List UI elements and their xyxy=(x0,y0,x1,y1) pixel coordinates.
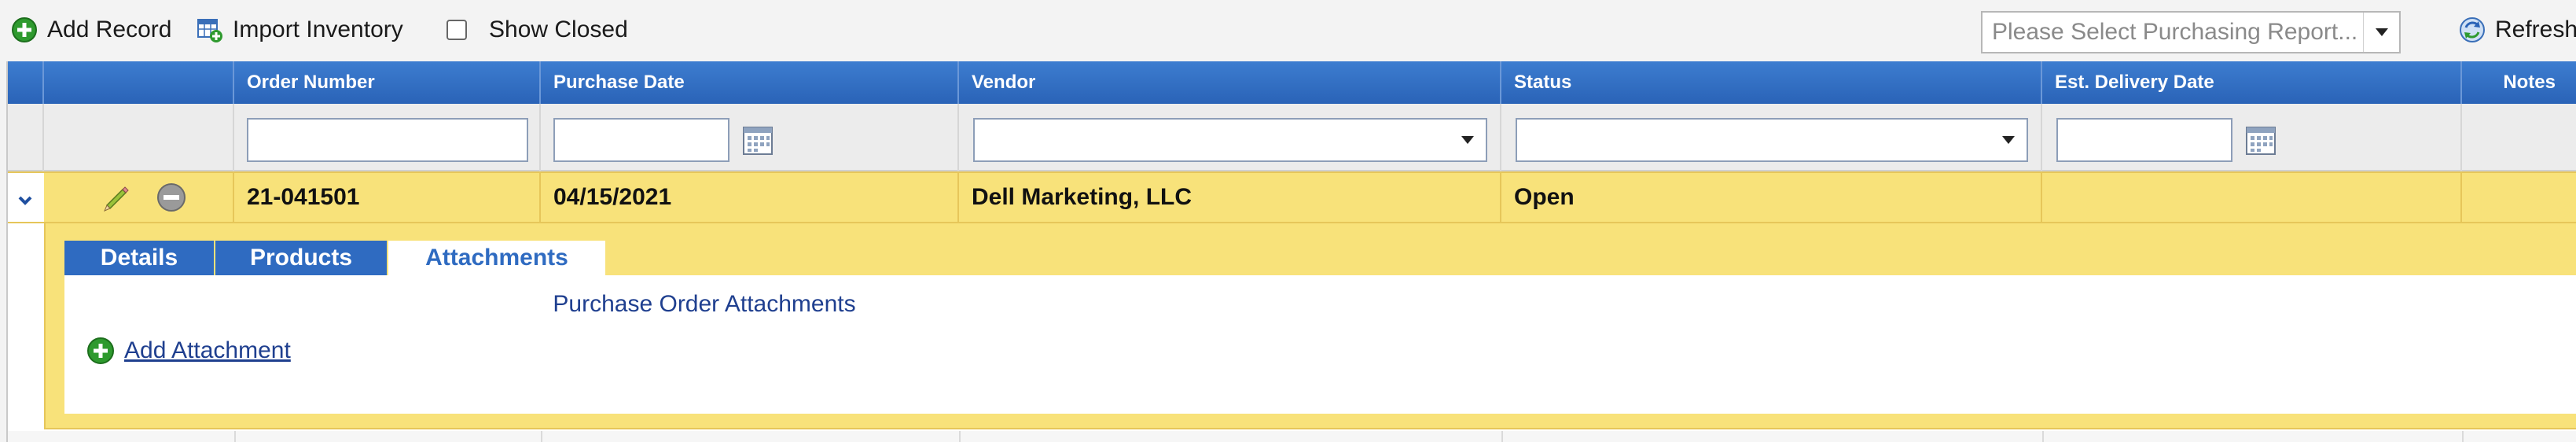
filter-expand-cell xyxy=(8,104,44,171)
pencil-icon[interactable] xyxy=(101,182,132,213)
minus-circle-icon[interactable] xyxy=(156,182,187,213)
import-inventory-button[interactable]: Import Inventory xyxy=(197,13,403,47)
purchase-date-cell: 04/15/2021 xyxy=(541,173,959,222)
header-status[interactable]: Status xyxy=(1501,61,2042,104)
show-closed-checkbox[interactable] xyxy=(446,20,467,40)
column-divider xyxy=(1501,431,1503,442)
grid-header: Order Number Purchase Date Vendor Status… xyxy=(8,61,2576,104)
calendar-icon[interactable] xyxy=(2245,124,2277,156)
header-order-number[interactable]: Order Number xyxy=(234,61,541,104)
chevron-down-icon[interactable] xyxy=(2363,13,2399,52)
show-closed-label: Show Closed xyxy=(489,17,628,42)
plus-circle-icon xyxy=(12,17,37,42)
table-row[interactable]: 21-041501 04/15/2021 Dell Marketing, LLC… xyxy=(8,171,2576,223)
filter-notes-cell xyxy=(2462,104,2576,171)
expand-cell xyxy=(8,173,44,222)
header-expand-col xyxy=(8,61,44,104)
column-divider xyxy=(234,431,236,442)
column-divider xyxy=(541,431,542,442)
header-actions-col xyxy=(44,61,234,104)
vendor-cell: Dell Marketing, LLC xyxy=(959,173,1501,222)
est-delivery-filter-input[interactable] xyxy=(2056,118,2232,162)
add-attachment-label: Add Attachment xyxy=(124,337,291,363)
purchasing-report-placeholder: Please Select Purchasing Report... xyxy=(1992,19,2358,45)
vendor-filter-select[interactable] xyxy=(973,118,1487,162)
tab-attachments[interactable]: Attachments xyxy=(388,241,605,275)
tab-products[interactable]: Products xyxy=(215,241,388,275)
refresh-button[interactable]: Refresh xyxy=(2459,13,2576,47)
status-filter-select[interactable] xyxy=(1516,118,2028,162)
order-number-filter-input[interactable] xyxy=(247,118,528,162)
table-import-icon xyxy=(197,19,222,42)
filter-purchase-date-cell xyxy=(541,104,959,171)
filter-order-number-cell xyxy=(234,104,541,171)
purchase-order-grid: Order Number Purchase Date Vendor Status… xyxy=(6,61,2576,442)
toolbar: Add Record Import Inventory Show Closed … xyxy=(0,0,2576,61)
header-notes[interactable]: Notes xyxy=(2462,61,2576,104)
tab-details[interactable]: Details xyxy=(64,241,215,275)
panel-title: Purchase Order Attachments xyxy=(553,291,856,317)
refresh-label: Refresh xyxy=(2495,17,2576,42)
filter-row xyxy=(8,104,2576,171)
chevron-down-icon[interactable] xyxy=(1990,120,2027,160)
import-inventory-label: Import Inventory xyxy=(233,17,403,42)
chevron-down-icon[interactable] xyxy=(1450,120,1486,160)
purchasing-report-select[interactable]: Please Select Purchasing Report... xyxy=(1981,11,2401,53)
show-closed-toggle[interactable]: Show Closed xyxy=(446,13,628,47)
header-purchase-date[interactable]: Purchase Date xyxy=(541,61,959,104)
grid-bottom-strip xyxy=(8,431,2576,442)
add-record-label: Add Record xyxy=(47,17,172,42)
add-record-button[interactable]: Add Record xyxy=(11,13,171,47)
filter-actions-cell xyxy=(44,104,234,171)
attachments-panel: Purchase Order Attachments Add Attachmen… xyxy=(64,275,2576,414)
order-number-cell: 21-041501 xyxy=(234,173,541,222)
calendar-icon[interactable] xyxy=(742,124,774,156)
filter-vendor-cell xyxy=(959,104,1501,171)
chevron-down-icon[interactable] xyxy=(16,191,35,210)
est-delivery-date-cell xyxy=(2042,173,2462,222)
column-divider xyxy=(2462,431,2464,442)
filter-est-delivery-cell xyxy=(2042,104,2462,171)
add-attachment-link[interactable]: Add Attachment xyxy=(86,333,291,368)
detail-tabs: Details Products Attachments xyxy=(64,241,605,275)
row-actions-cell xyxy=(44,173,234,222)
status-cell: Open xyxy=(1501,173,2042,222)
header-vendor[interactable]: Vendor xyxy=(959,61,1501,104)
row-detail-panel: Details Products Attachments Purchase Or… xyxy=(44,223,2576,429)
header-est-delivery-date[interactable]: Est. Delivery Date xyxy=(2042,61,2462,104)
purchase-date-filter-input[interactable] xyxy=(553,118,729,162)
notes-cell xyxy=(2462,173,2576,222)
plus-circle-icon xyxy=(87,337,114,364)
column-divider xyxy=(959,431,961,442)
filter-status-cell xyxy=(1501,104,2042,171)
column-divider xyxy=(2042,431,2044,442)
refresh-icon xyxy=(2460,17,2485,42)
